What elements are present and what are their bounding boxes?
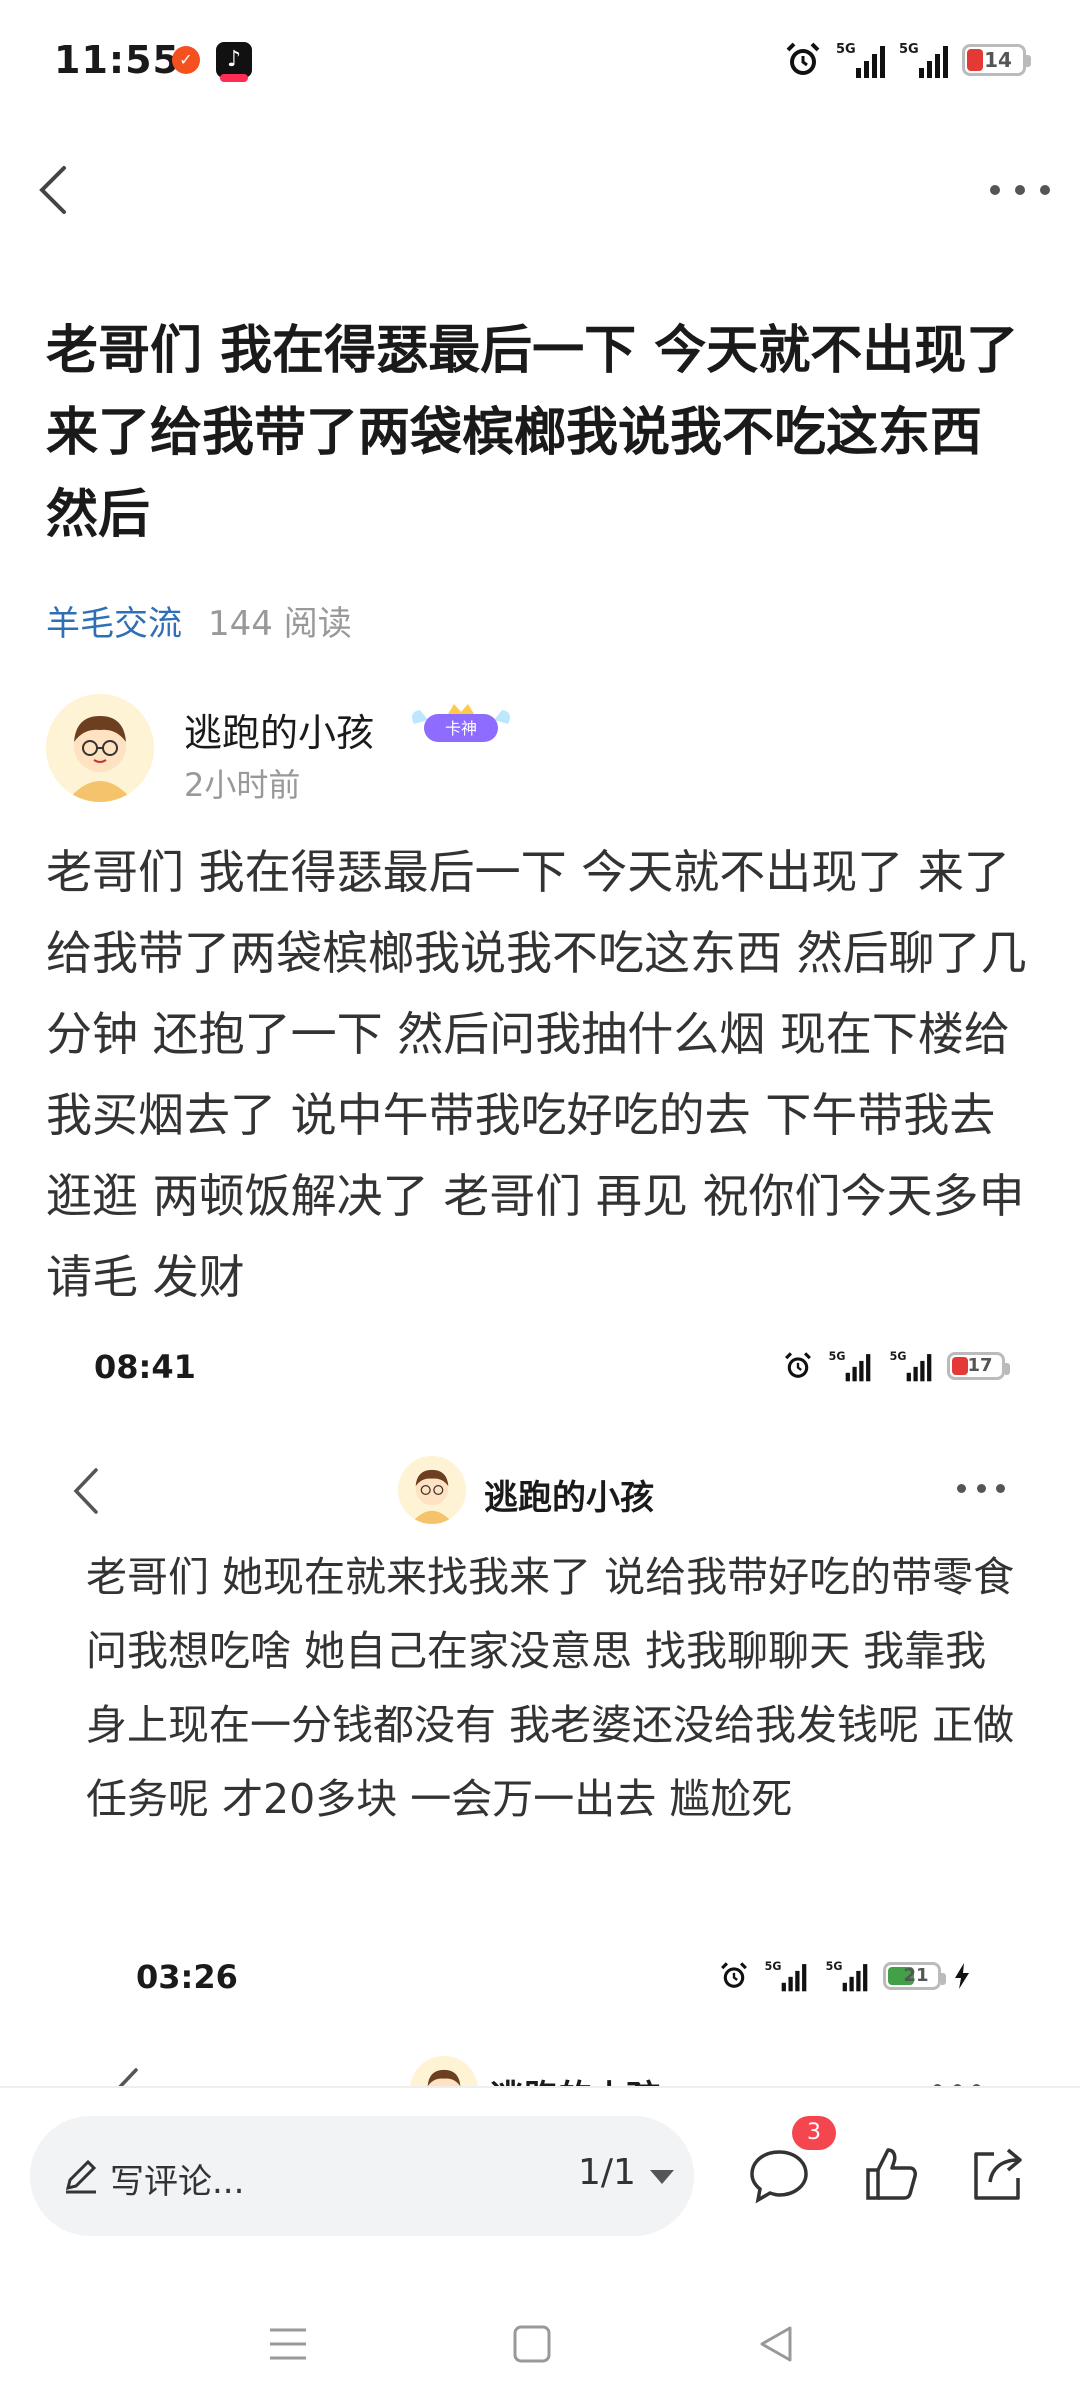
thumbs-up-icon [866, 2148, 917, 2200]
chevron-left-icon [73, 1468, 98, 1514]
more-icon [957, 1484, 1005, 1496]
page-indicator[interactable]: 1/1 [578, 2152, 636, 2193]
screenshot-status-bar: 03:26 5G 5G 21 [46, 1950, 1041, 2010]
screenshot-time: 03:26 [136, 1958, 238, 1996]
share-button[interactable] [964, 2142, 1030, 2208]
chevron-left-icon [118, 2068, 138, 2086]
comment-button[interactable] [746, 2142, 812, 2208]
embedded-screenshot-2[interactable]: 03:26 5G 5G 21 逃跑的小孩 [46, 1940, 1041, 2086]
like-button[interactable] [858, 2142, 924, 2208]
post-meta: 羊毛交流 144 阅读 [46, 596, 352, 645]
speech-bubble-icon [750, 2150, 808, 2204]
battery-icon: 14 [962, 44, 1031, 76]
pencil-icon [65, 2159, 97, 2194]
badge-icon: 卡神 [412, 704, 510, 742]
signal-icon-sim1: 5G [836, 42, 885, 78]
comment-input[interactable]: 写评论... 1/1 [30, 2116, 694, 2236]
back-button[interactable] [26, 160, 86, 220]
comment-count-badge: 3 [792, 2116, 836, 2150]
signal-icon: 5G [826, 1961, 868, 1992]
card-god-badge: 卡神 [408, 702, 514, 748]
screenshot-author-name: 逃跑的小孩 [490, 2070, 660, 2086]
chevron-left-icon [39, 166, 66, 214]
more-options-button[interactable] [990, 170, 1050, 210]
avatar [410, 2056, 478, 2086]
screenshot-time: 08:41 [94, 1348, 196, 1386]
cartoon-boy-icon [46, 694, 154, 802]
screenshot-text: 老哥们 她现在就来找我来了 说给我带好吃的带零食 问我想吃啥 她自己在家没意思 … [86, 1553, 1015, 1823]
cartoon-boy-icon [410, 2056, 478, 2086]
avatar [398, 1456, 466, 1524]
charging-icon [955, 1963, 969, 1989]
alarm-icon [721, 1962, 747, 1988]
alarm-icon [785, 1352, 811, 1378]
screenshot-nav-bar: 逃跑的小孩 [46, 2050, 1041, 2086]
signal-icon: 5G [765, 1961, 807, 1992]
screenshot-author-name: 逃跑的小孩 [484, 1478, 654, 1518]
screenshot-status-bar: 08:41 5G 5G 17 [46, 1340, 1041, 1400]
status-icons: 5G 5G 14 [784, 40, 1031, 80]
menu-icon[interactable] [266, 2322, 310, 2366]
embedded-screenshot-1[interactable]: 08:41 5G 5G 17 逃跑的小孩 老哥们 她现在就来找我来了 说给我带好… [46, 1340, 1041, 1920]
notification-app-icon: ✓ [172, 46, 200, 74]
tiktok-notification-icon: ♪ [216, 42, 252, 82]
system-nav-bar [0, 2288, 1080, 2400]
topic-tag[interactable]: 羊毛交流 [46, 604, 182, 644]
back-triangle-icon[interactable] [754, 2322, 798, 2366]
signal-icon: 5G [890, 1351, 932, 1382]
chevron-down-icon[interactable] [650, 2170, 674, 2184]
status-bar: 11:55 ✓ ♪ 5G 5G 14 [0, 0, 1080, 120]
post-time: 2小时前 [184, 766, 301, 804]
alarm-icon [786, 42, 820, 75]
comment-placeholder: 写评论... [110, 2162, 245, 2202]
svg-text:卡神: 卡神 [445, 719, 477, 738]
post-body: 老哥们 我在得瑟最后一下 今天就不出现了 来了给我带了两袋槟榔我说我不吃这东西 … [46, 845, 1027, 1304]
status-time: 11:55 [54, 38, 180, 82]
read-count: 144 阅读 [208, 604, 352, 644]
signal-icon-sim2: 5G [899, 42, 948, 78]
signal-icon: 5G [829, 1351, 871, 1382]
battery-icon: 21 [883, 1962, 946, 1990]
author-name[interactable]: 逃跑的小孩 [184, 702, 374, 757]
post-title: 老哥们 我在得瑟最后一下 今天就不出现了 来了给我带了两袋槟榔我说我不吃这东西 … [46, 321, 1019, 545]
share-icon [974, 2148, 1022, 2200]
home-square-icon[interactable] [510, 2322, 554, 2366]
screenshot-nav-bar: 逃跑的小孩 [46, 1450, 1041, 1530]
battery-icon: 17 [947, 1352, 1010, 1380]
bottom-action-bar: 写评论... 1/1 3 [0, 2088, 1080, 2288]
cartoon-boy-icon [398, 1456, 466, 1524]
avatar[interactable] [46, 694, 154, 802]
